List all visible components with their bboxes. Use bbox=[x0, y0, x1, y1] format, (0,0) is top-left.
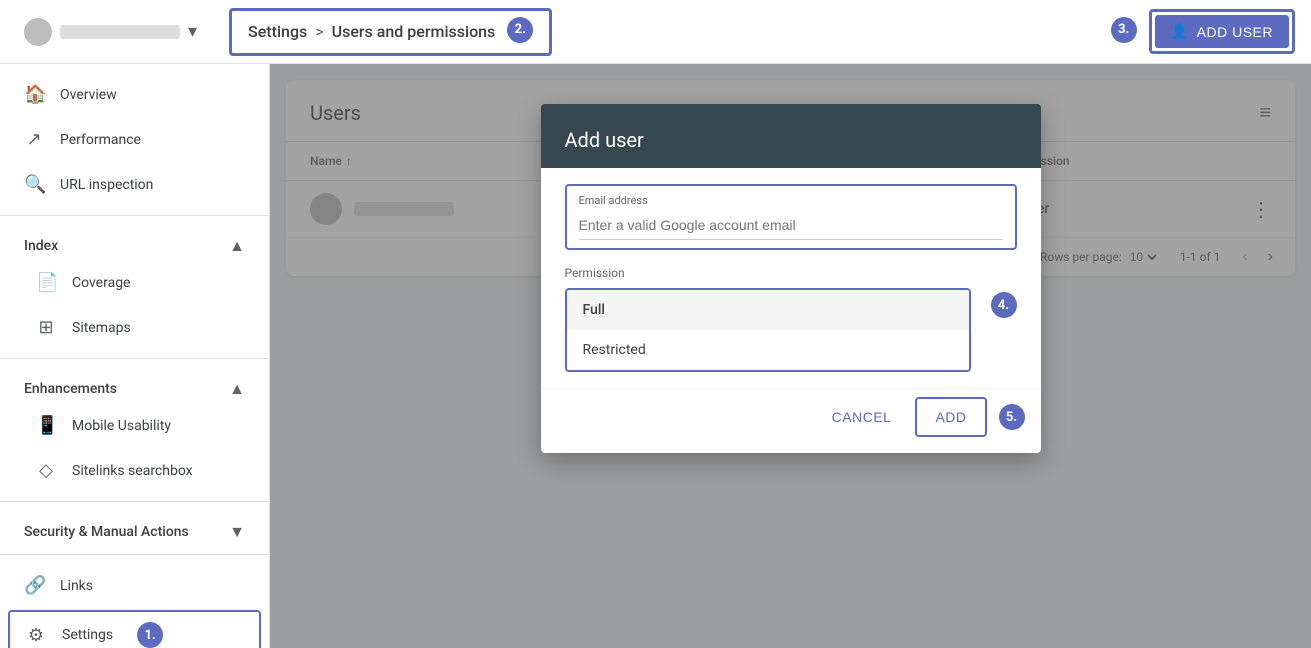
divider bbox=[0, 501, 269, 502]
content-area: Users ≡ Name ↑ Email Permission bbox=[270, 64, 1311, 648]
sidebar-item-coverage[interactable]: 📄 Coverage bbox=[0, 260, 261, 305]
mobile-icon: 📱 bbox=[36, 415, 56, 436]
add-button-wrap: ADD bbox=[915, 397, 986, 437]
sidebar-item-label: Mobile Usability bbox=[72, 418, 171, 434]
divider bbox=[0, 358, 269, 359]
sidebar-item-label: Performance bbox=[60, 132, 141, 148]
permission-label: Permission bbox=[565, 266, 1017, 280]
sidebar-item-label: Overview bbox=[60, 87, 117, 103]
sidebar-item-sitelinks[interactable]: ◇ Sitelinks searchbox bbox=[0, 448, 261, 493]
add-user-icon: 👤 bbox=[1171, 23, 1189, 40]
chevron-up-icon: ▲ bbox=[229, 379, 245, 399]
site-name bbox=[60, 25, 180, 39]
home-icon: 🏠 bbox=[24, 84, 44, 105]
cancel-button[interactable]: CANCEL bbox=[816, 401, 908, 433]
sidebar-item-overview[interactable]: 🏠 Overview bbox=[0, 72, 261, 117]
sidebar-item-label: Settings bbox=[62, 627, 113, 643]
email-input[interactable] bbox=[579, 211, 1003, 240]
top-bar-right: 3. 👤 ADD USER bbox=[1107, 9, 1295, 54]
email-field-label: Email address bbox=[579, 194, 1003, 207]
sidebar-section-enhancements[interactable]: Enhancements ▲ bbox=[0, 367, 269, 403]
links-icon: 🔗 bbox=[24, 575, 44, 596]
top-bar-left: ▾ Settings > Users and permissions 2. bbox=[16, 8, 552, 56]
sidebar-item-label: Sitelinks searchbox bbox=[72, 463, 193, 479]
add-user-label: ADD USER bbox=[1197, 24, 1273, 40]
sidebar-item-url-inspection[interactable]: 🔍 URL inspection bbox=[0, 162, 261, 207]
sitelinks-icon: ◇ bbox=[36, 460, 56, 481]
sidebar-item-settings[interactable]: ⚙ Settings 1. bbox=[8, 610, 261, 648]
settings-icon: ⚙ bbox=[26, 625, 46, 646]
permission-dropdown[interactable]: Full Restricted bbox=[565, 288, 971, 372]
top-bar: ▾ Settings > Users and permissions 2. 3.… bbox=[0, 0, 1311, 64]
add-button[interactable]: ADD bbox=[919, 401, 982, 433]
dialog-body: Email address Permission Full Restricted… bbox=[541, 168, 1041, 388]
dialog-actions: CANCEL ADD 5. bbox=[541, 388, 1041, 453]
breadcrumb: Settings > Users and permissions 2. bbox=[229, 8, 552, 56]
sidebar-item-links[interactable]: 🔗 Links bbox=[0, 563, 261, 608]
add-user-button-wrap: 👤 ADD USER bbox=[1149, 9, 1295, 54]
dialog-title: Add user bbox=[541, 104, 1041, 168]
permission-option-full[interactable]: Full bbox=[567, 290, 969, 330]
breadcrumb-separator: > bbox=[315, 22, 323, 41]
sidebar-item-sitemaps[interactable]: ⊞ Sitemaps bbox=[0, 305, 261, 350]
breadcrumb-current: Users and permissions bbox=[332, 22, 496, 41]
step-1-badge: 1. bbox=[137, 622, 163, 648]
sidebar-item-label: Links bbox=[60, 578, 93, 594]
sidebar-item-label: Coverage bbox=[72, 275, 130, 291]
chevron-down-icon: ▼ bbox=[229, 522, 245, 542]
divider bbox=[0, 215, 269, 216]
divider bbox=[0, 554, 269, 555]
performance-icon: ↗ bbox=[24, 129, 44, 150]
breadcrumb-settings[interactable]: Settings bbox=[248, 22, 307, 41]
step-5-badge: 5. bbox=[999, 404, 1025, 430]
sidebar-section-security[interactable]: Security & Manual Actions ▼ bbox=[0, 510, 269, 546]
email-field-wrap: Email address bbox=[565, 184, 1017, 250]
step-2-badge: 2. bbox=[507, 17, 533, 43]
chevron-down-icon: ▾ bbox=[188, 21, 197, 42]
sidebar-section-index[interactable]: Index ▲ bbox=[0, 224, 269, 260]
step-4-badge: 4. bbox=[991, 292, 1017, 318]
coverage-icon: 📄 bbox=[36, 272, 56, 293]
search-icon: 🔍 bbox=[24, 174, 44, 195]
chevron-up-icon: ▲ bbox=[229, 236, 245, 256]
security-section-label: Security & Manual Actions bbox=[24, 524, 189, 540]
add-user-dialog: Add user Email address Permission Full R… bbox=[541, 104, 1041, 453]
modal-overlay: Add user Email address Permission Full R… bbox=[270, 64, 1311, 648]
sidebar-item-label: URL inspection bbox=[60, 177, 153, 193]
step-3-badge: 3. bbox=[1111, 17, 1137, 43]
sidebar-item-performance[interactable]: ↗ Performance bbox=[0, 117, 261, 162]
permission-option-restricted[interactable]: Restricted bbox=[567, 330, 969, 370]
main-layout: 🏠 Overview ↗ Performance 🔍 URL inspectio… bbox=[0, 64, 1311, 648]
sitemaps-icon: ⊞ bbox=[36, 317, 56, 338]
site-selector[interactable]: ▾ bbox=[16, 14, 205, 50]
sidebar: 🏠 Overview ↗ Performance 🔍 URL inspectio… bbox=[0, 64, 270, 648]
site-avatar bbox=[24, 18, 52, 46]
enhancements-section-label: Enhancements bbox=[24, 381, 117, 397]
sidebar-item-mobile-usability[interactable]: 📱 Mobile Usability bbox=[0, 403, 261, 448]
index-section-label: Index bbox=[24, 238, 58, 254]
sidebar-item-label: Sitemaps bbox=[72, 320, 131, 336]
add-user-button[interactable]: 👤 ADD USER bbox=[1155, 15, 1289, 48]
